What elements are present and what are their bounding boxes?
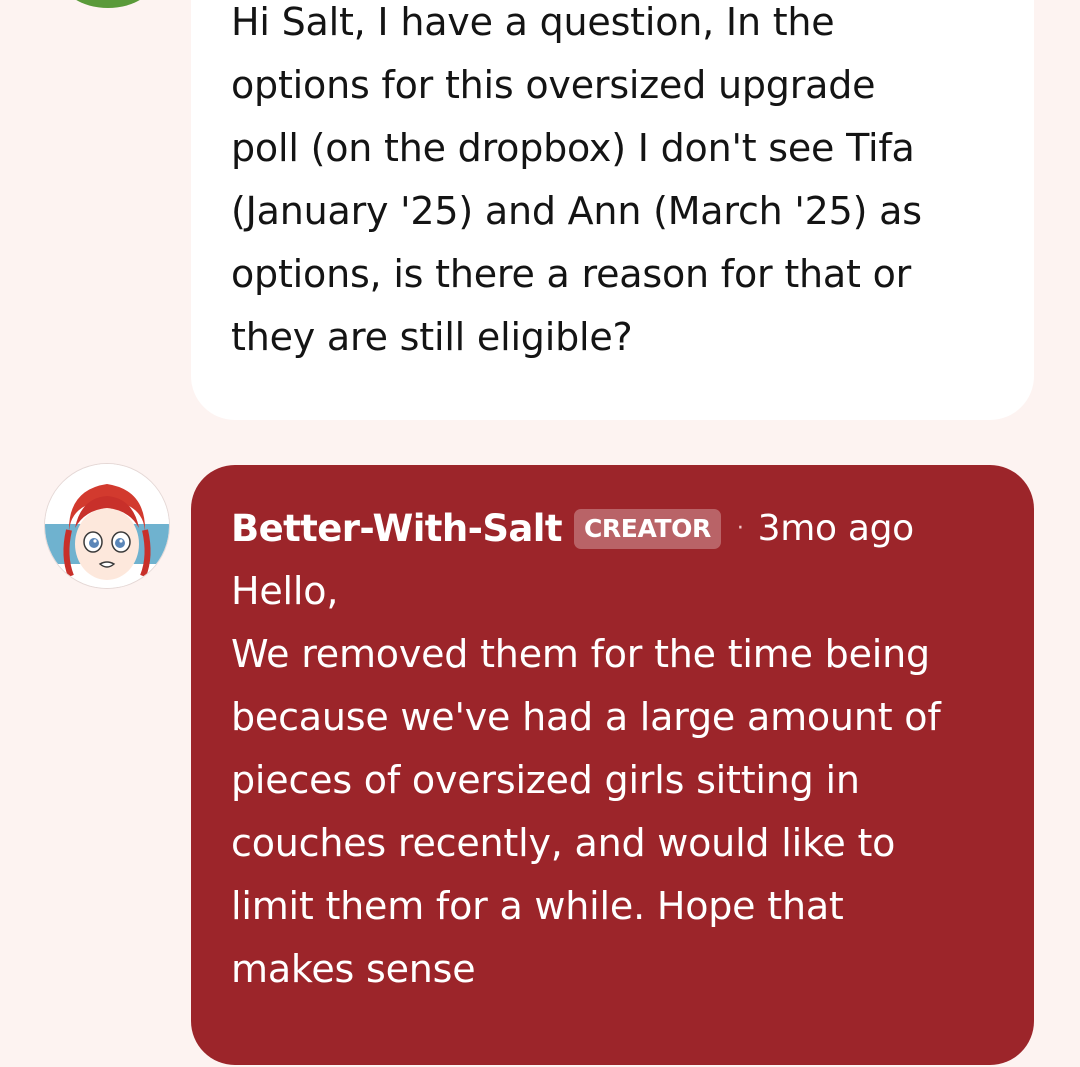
creator-reply-bubble: Better-With-Salt CREATOR · 3mo ago Hello…	[191, 465, 1034, 1065]
separator-dot: ·	[736, 516, 744, 541]
creator-avatar-image	[45, 464, 169, 588]
reply-text-line: limit them for a while. Hope that	[231, 884, 844, 928]
reply-text-line: pieces of oversized girls sitting in	[231, 758, 860, 802]
author-name[interactable]: Better-With-Salt	[231, 497, 563, 560]
previous-comment-bubble: Hi Salt, I have a question, In the optio…	[191, 0, 1034, 420]
comment-text-line: they are still eligible?	[231, 315, 633, 359]
creator-badge: CREATOR	[573, 508, 721, 549]
creator-avatar[interactable]	[45, 464, 169, 588]
previous-commenter-avatar[interactable]	[60, 0, 156, 8]
reply-text-line: We removed them for the time being	[231, 632, 930, 676]
comment-text-line: options for this oversized upgrade	[231, 63, 876, 107]
reply-header: Better-With-Salt CREATOR · 3mo ago	[231, 497, 994, 560]
comment-text-line: (January '25) and Ann (March '25) as	[231, 189, 922, 233]
comment-text-line: Hi Salt, I have a question, In the	[231, 0, 835, 44]
reply-text-line: makes sense	[231, 947, 476, 991]
comment-thread: Hi Salt, I have a question, In the optio…	[0, 0, 1080, 1067]
reply-text-line: Hello,	[231, 569, 339, 613]
reply-text-line: because we've had a large amount of	[231, 695, 941, 739]
reply-text-line: couches recently, and would like to	[231, 821, 896, 865]
timestamp: 3mo ago	[757, 508, 915, 549]
comment-text-line: poll (on the dropbox) I don't see Tifa	[231, 126, 915, 170]
comment-text-line: options, is there a reason for that or	[231, 252, 912, 296]
